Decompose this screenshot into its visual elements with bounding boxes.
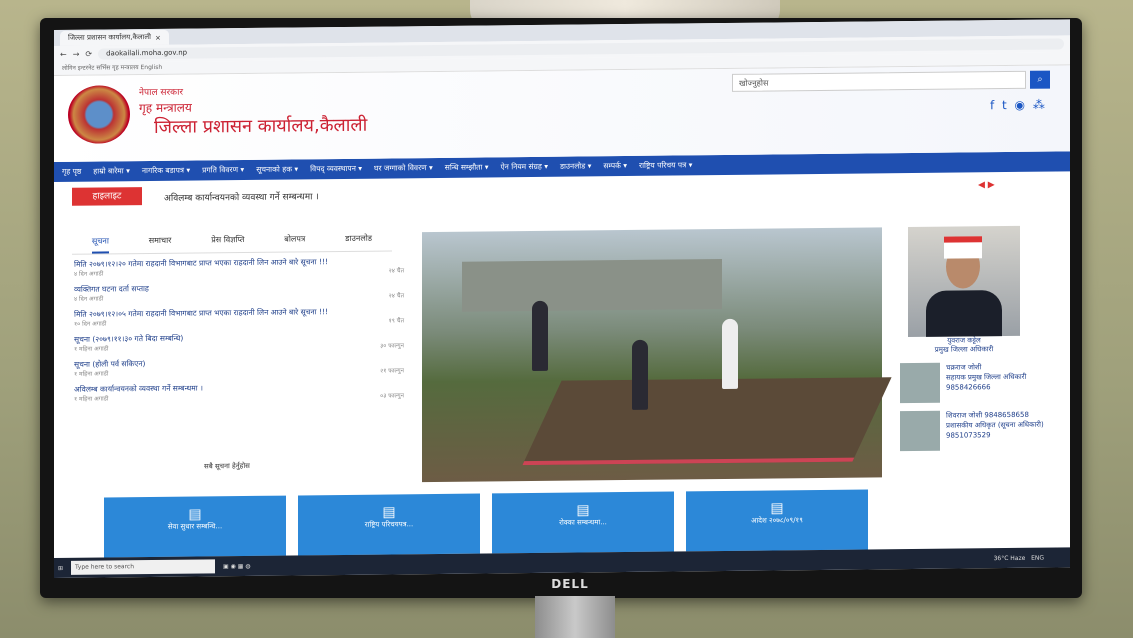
document-icon: ▤	[770, 500, 784, 517]
news-list: मिति २०७९।१२।२० गतेमा राहदानी विभागबाट प…	[74, 256, 404, 409]
close-icon[interactable]: ×	[155, 33, 161, 41]
document-icon: ▤	[576, 502, 590, 519]
quick-tiles: ▤ सेवा सुधार सम्बन्धि... ▤ राष्ट्रिय परिचय…	[104, 489, 868, 558]
tile[interactable]: ▤ राष्ट्रिय परिचयपत्र...	[298, 493, 480, 556]
nav-item[interactable]: नागरिक बडापत्र ▾	[142, 166, 190, 177]
more-notices-link[interactable]: सबै सूचना हेर्नुहोस	[204, 462, 250, 471]
photo-building	[462, 259, 722, 312]
nav-item[interactable]: गृह पृष्ठ	[62, 167, 81, 177]
notice-tabs: सूचना समाचार प्रेस विज्ञप्ति बोलपत्र डाउ…	[72, 232, 392, 255]
nav-item[interactable]: राष्ट्रिय परिचय पत्र ▾	[639, 160, 692, 171]
back-icon[interactable]: ←	[60, 50, 67, 59]
photo-person	[532, 300, 548, 371]
search-input[interactable]: खोज्नुहोस	[732, 70, 1026, 92]
nav-item[interactable]: सन्धि सम्झौता ▾	[445, 162, 489, 172]
tab-notice[interactable]: सूचना	[91, 235, 109, 254]
taskbar-search[interactable]: Type here to search	[71, 559, 216, 575]
chief-title: प्रमुख जिल्ला अधिकारी	[934, 345, 994, 354]
search-icon[interactable]: ⌕	[1030, 70, 1050, 89]
staff-card: शिवराज जोशी 9848658658 प्रशासकीय अधिकृत (…	[900, 409, 1060, 452]
site-header: नेपाल सरकार गृह मन्त्रालय जिल्ला प्रशासन…	[54, 65, 1070, 162]
taskbar-apps[interactable]: ▣ ◉ ▦ ◍	[223, 562, 251, 569]
office-title: जिल्ला प्रशासन कार्यालय,कैलाली	[154, 114, 368, 138]
featured-photo[interactable]	[422, 227, 892, 483]
staff-photo	[900, 410, 940, 452]
nav-item[interactable]: सम्पर्क ▾	[603, 161, 627, 171]
nav-item[interactable]: प्रगति विवरण ▾	[202, 165, 244, 175]
document-icon: ▤	[382, 504, 396, 521]
gov-line1: नेपाल सरकार	[139, 87, 184, 99]
taskbar-tray: 36°C Haze ENG	[993, 554, 1044, 562]
gov-line2: गृह मन्त्रालय	[139, 100, 192, 116]
browser-tab[interactable]: जिल्ला प्रशासन कार्यालय,कैलाली ×	[60, 29, 169, 46]
nav-item[interactable]: सूचनाको हक ▾	[256, 164, 298, 174]
list-item[interactable]: अविलम्ब कार्यान्वयनको व्यवस्था गर्ने सम्…	[74, 381, 404, 402]
list-item[interactable]: मिति २०७९।१२।०५ गतेमा राहदानी विभागबाट प…	[74, 306, 404, 328]
tab-news[interactable]: समाचार	[149, 235, 172, 253]
nav-item[interactable]: डाउनलोड ▾	[560, 161, 591, 171]
photo-person	[722, 318, 738, 390]
tile[interactable]: ▤ रोक्का सम्बन्धमा...	[492, 491, 674, 554]
nav-item[interactable]: ऐन नियम संग्रह ▾	[501, 162, 548, 172]
highlight-text[interactable]: अविलम्ब कार्यान्वयनको व्यवस्था गर्ने सम्…	[164, 189, 319, 204]
nav-item[interactable]: विपद् व्यवस्थापन ▾	[310, 164, 362, 175]
emblem-icon	[68, 85, 130, 144]
photo-person	[632, 339, 648, 410]
list-item[interactable]: सूचना (२०७९।११।३० गते बिदा सम्बन्धि) १ मह…	[74, 331, 404, 353]
nav-item[interactable]: हाम्रो बारेमा ▾	[93, 166, 130, 176]
monitor-stand	[535, 596, 615, 638]
highlight-label: हाइलाइट	[72, 187, 142, 206]
monitor-logo: DELL	[551, 577, 589, 591]
photo-garden-bed	[522, 377, 892, 466]
highlight-arrows-icon[interactable]: ◀ ▶	[978, 180, 995, 190]
list-item[interactable]: सूचना (होली पर्व सकिएन) १ महिना अगाडी २१ फ…	[74, 356, 404, 378]
tab-tender[interactable]: बोलपत्र	[284, 233, 305, 251]
staff-photo	[900, 362, 940, 404]
tab-press[interactable]: प्रेस विज्ञप्ति	[211, 234, 244, 252]
reload-icon[interactable]: ⟳	[85, 50, 92, 59]
list-item[interactable]: व्यक्तिगत घटना दर्ता सप्ताह ४ दिन अगाडी २४…	[74, 281, 404, 303]
forward-icon[interactable]: →	[73, 50, 80, 59]
chief-photo	[908, 225, 1020, 338]
staff-card: चक्रराज जोशी सहायक प्रमुख जिल्ला अधिकारी 9…	[900, 361, 1060, 404]
social-icons[interactable]: f t ◉ ⁂	[990, 98, 1047, 113]
tab-download[interactable]: डाउनलोड	[345, 233, 372, 251]
nav-item[interactable]: घर जग्गाको विवरण ▾	[374, 163, 433, 174]
screen: जिल्ला प्रशासन कार्यालय,कैलाली × ← → ⟳ da…	[54, 19, 1070, 578]
tile[interactable]: ▤ सेवा सुधार सम्बन्धि...	[104, 495, 286, 558]
tile[interactable]: ▤ आदेश २०७८/०९/१९	[686, 489, 868, 552]
document-icon: ▤	[188, 506, 202, 523]
officials-panel: युवराज कट्टेल प्रमुख जिल्ला अधिकारी चक्र…	[900, 225, 1060, 452]
windows-icon[interactable]: ⊞	[58, 564, 63, 571]
list-item[interactable]: मिति २०७९।१२।२० गतेमा राहदानी विभागबाट प…	[74, 256, 404, 278]
